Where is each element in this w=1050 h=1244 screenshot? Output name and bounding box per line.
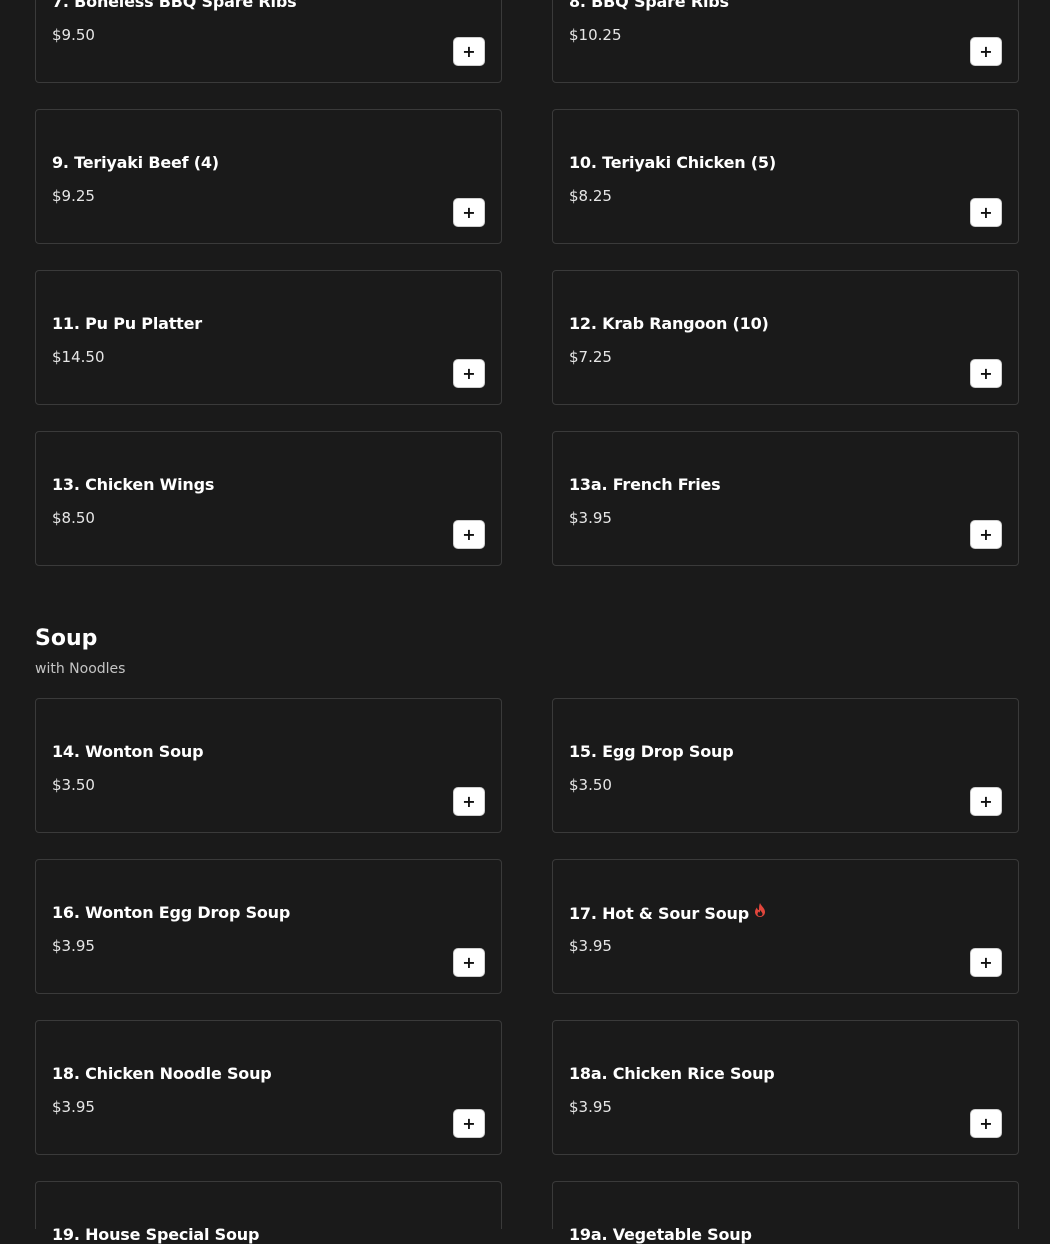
item-price: $8.25 xyxy=(569,187,612,205)
add-to-cart-button[interactable]: + xyxy=(970,787,1002,816)
item-name: 18a. Chicken Rice Soup xyxy=(569,1064,775,1083)
add-to-cart-button[interactable]: + xyxy=(970,520,1002,549)
menu-item-card[interactable]: 10. Teriyaki Chicken (5) $8.25 + xyxy=(552,109,1019,244)
item-name: 18. Chicken Noodle Soup xyxy=(52,1064,272,1083)
menu-item-card[interactable]: 19. House Special Soup xyxy=(35,1181,502,1244)
item-price: $9.25 xyxy=(52,187,95,205)
item-name: 17. Hot & Sour Soup xyxy=(569,904,749,923)
item-name: 8. BBQ Spare Ribs xyxy=(569,0,729,11)
item-price: $8.50 xyxy=(52,509,95,527)
add-to-cart-button[interactable]: + xyxy=(453,520,485,549)
menu-item-card[interactable]: 18. Chicken Noodle Soup $3.95 + xyxy=(35,1020,502,1155)
menu-item-card[interactable]: 16. Wonton Egg Drop Soup $3.95 + xyxy=(35,859,502,994)
item-price: $3.50 xyxy=(569,776,612,794)
item-price: $3.95 xyxy=(52,1098,95,1116)
item-price: $7.25 xyxy=(569,348,612,366)
menu-item-card[interactable]: 8. BBQ Spare Ribs $10.25 + xyxy=(552,0,1019,83)
add-to-cart-button[interactable]: + xyxy=(453,37,485,66)
section-subtitle: with Noodles xyxy=(35,661,126,677)
add-to-cart-button[interactable]: + xyxy=(453,198,485,227)
item-name: 13. Chicken Wings xyxy=(52,475,215,494)
item-name: 9. Teriyaki Beef (4) xyxy=(52,153,219,172)
item-name: 13a. French Fries xyxy=(569,475,721,494)
item-price: $3.50 xyxy=(52,776,95,794)
menu-item-card[interactable]: 12. Krab Rangoon (10) $7.25 + xyxy=(552,270,1019,405)
add-to-cart-button[interactable]: + xyxy=(970,37,1002,66)
item-name: 7. Boneless BBQ Spare Ribs xyxy=(52,0,297,11)
spicy-flame-icon xyxy=(754,903,765,917)
item-name: 19a. Vegetable Soup xyxy=(569,1225,752,1244)
menu-item-card[interactable]: 7. Boneless BBQ Spare Ribs $9.50 + xyxy=(35,0,502,83)
menu-item-card[interactable]: 11. Pu Pu Platter $14.50 + xyxy=(35,270,502,405)
item-price: $10.25 xyxy=(569,26,622,44)
item-name: 16. Wonton Egg Drop Soup xyxy=(52,903,291,922)
menu-item-card[interactable]: 18a. Chicken Rice Soup $3.95 + xyxy=(552,1020,1019,1155)
add-to-cart-button[interactable]: + xyxy=(453,948,485,977)
add-to-cart-button[interactable]: + xyxy=(453,359,485,388)
menu-item-card[interactable]: 13a. French Fries $3.95 + xyxy=(552,431,1019,566)
item-name: 15. Egg Drop Soup xyxy=(569,742,734,761)
item-name-row: 17. Hot & Sour Soup xyxy=(569,903,766,923)
item-price: $3.95 xyxy=(569,509,612,527)
add-to-cart-button[interactable]: + xyxy=(970,948,1002,977)
menu-item-card[interactable]: 15. Egg Drop Soup $3.50 + xyxy=(552,698,1019,833)
item-name: 11. Pu Pu Platter xyxy=(52,314,202,333)
item-price: $9.50 xyxy=(52,26,95,44)
add-to-cart-button[interactable]: + xyxy=(970,1109,1002,1138)
add-to-cart-button[interactable]: + xyxy=(970,359,1002,388)
item-name: 12. Krab Rangoon (10) xyxy=(569,314,769,333)
menu-item-card[interactable]: 19a. Vegetable Soup xyxy=(552,1181,1019,1244)
section-title: Soup xyxy=(35,626,98,651)
menu-item-card[interactable]: 17. Hot & Sour Soup $3.95 + xyxy=(552,859,1019,994)
add-to-cart-button[interactable]: + xyxy=(453,787,485,816)
menu-item-card[interactable]: 14. Wonton Soup $3.50 + xyxy=(35,698,502,833)
item-price: $3.95 xyxy=(569,1098,612,1116)
menu-item-card[interactable]: 9. Teriyaki Beef (4) $9.25 + xyxy=(35,109,502,244)
add-to-cart-button[interactable]: + xyxy=(453,1109,485,1138)
item-name: 14. Wonton Soup xyxy=(52,742,204,761)
item-price: $14.50 xyxy=(52,348,105,366)
add-to-cart-button[interactable]: + xyxy=(970,198,1002,227)
item-name: 10. Teriyaki Chicken (5) xyxy=(569,153,776,172)
menu-item-card[interactable]: 13. Chicken Wings $8.50 + xyxy=(35,431,502,566)
item-name: 19. House Special Soup xyxy=(52,1225,260,1244)
item-price: $3.95 xyxy=(569,937,612,955)
item-price: $3.95 xyxy=(52,937,95,955)
